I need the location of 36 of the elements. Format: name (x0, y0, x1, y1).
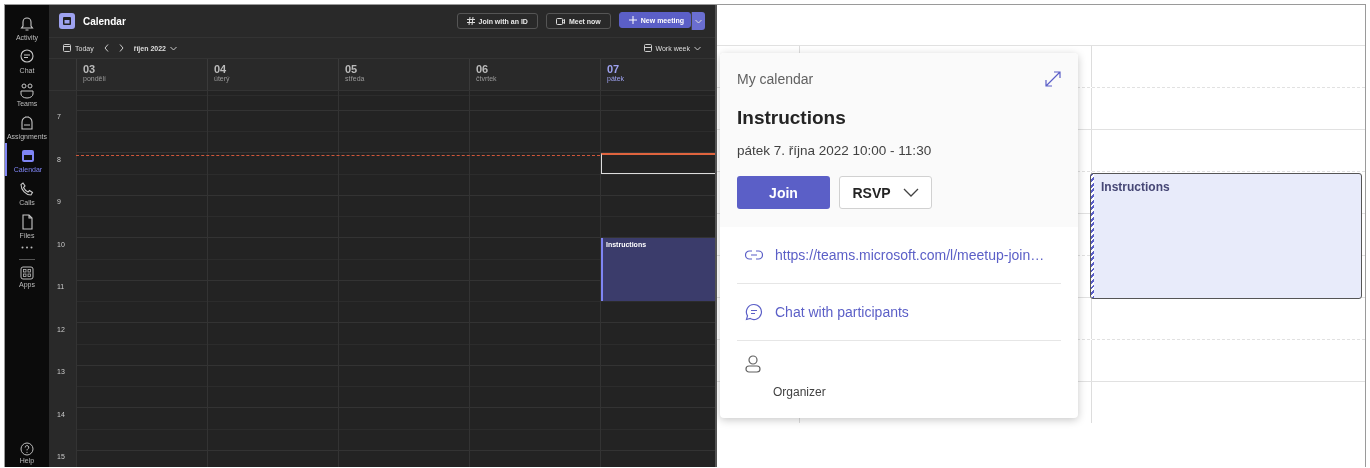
calendar-icon (643, 44, 652, 52)
more-icon[interactable] (21, 246, 33, 249)
calendar-icon (19, 147, 37, 165)
calendar-icon (63, 44, 71, 52)
calendar-app-icon (59, 13, 75, 29)
video-icon (555, 17, 565, 25)
apps-icon (20, 266, 34, 280)
chevron-left-icon[interactable] (103, 44, 109, 52)
person-icon (745, 355, 761, 373)
event-time: pátek 7. října 2022 10:00 - 11:30 (737, 143, 933, 158)
join-button[interactable]: Join (737, 176, 830, 209)
chevron-right-icon[interactable] (118, 44, 124, 52)
chevron-down-icon (170, 45, 177, 51)
link-icon (745, 250, 763, 260)
bell-icon (18, 15, 36, 33)
chevron-down-icon (695, 18, 702, 24)
organizer-label: Organizer (773, 385, 826, 399)
calendar-event[interactable]: Instructions (1090, 173, 1362, 299)
calendar-name: My calendar (737, 71, 814, 87)
help-icon (20, 442, 34, 456)
chat-link[interactable]: Chat with participants (775, 304, 909, 320)
chat-icon (745, 303, 763, 321)
phone-icon (18, 180, 36, 198)
bag-icon (18, 114, 36, 132)
rsvp-button[interactable]: RSVP (839, 176, 932, 209)
meeting-link[interactable]: https://teams.microsoft.com/l/meetup-join… (775, 247, 1045, 263)
teams-icon (18, 81, 36, 99)
expand-icon[interactable] (1045, 71, 1061, 87)
chat-icon (18, 48, 36, 66)
event-title: Instructions (737, 107, 847, 129)
dropdown-button[interactable] (691, 12, 705, 30)
hash-icon (466, 17, 475, 25)
page-title: Calendar (83, 15, 127, 27)
plus-icon (628, 16, 637, 24)
chevron-down-icon (902, 188, 919, 197)
chevron-down-icon (694, 45, 701, 51)
